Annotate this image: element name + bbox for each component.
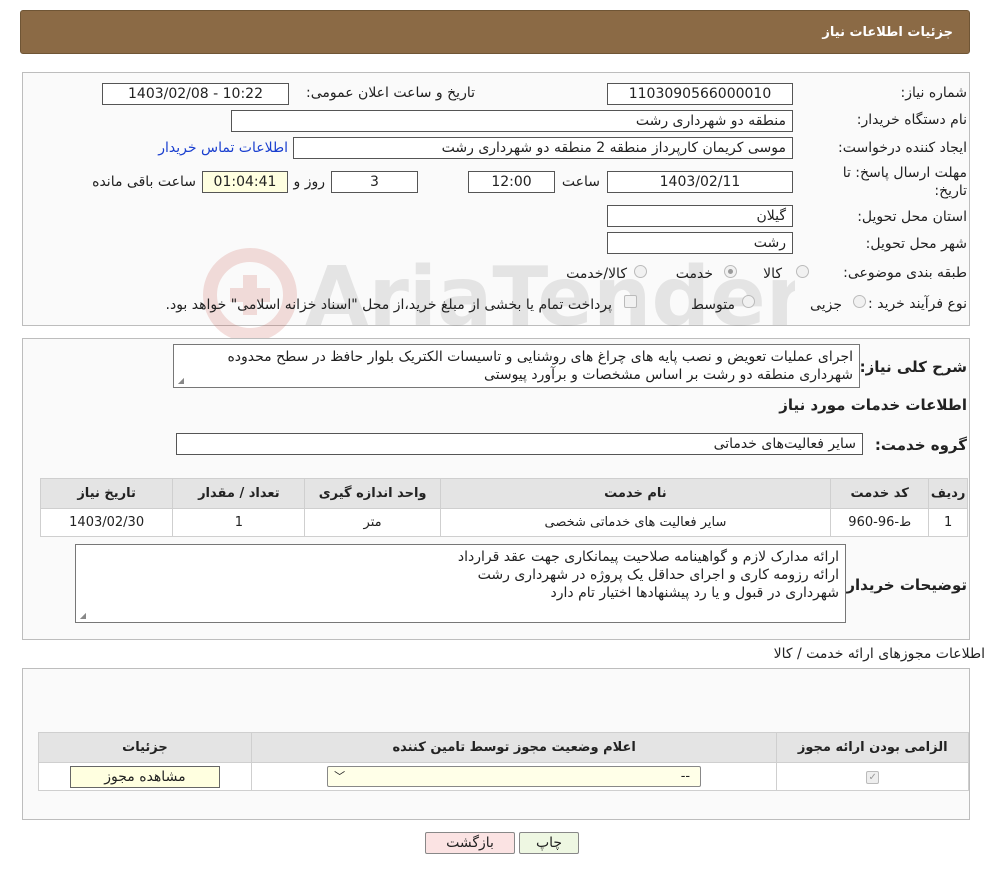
days-label: روز و [293, 174, 326, 190]
category-radio-goods[interactable] [796, 265, 809, 278]
city-field: رشت [607, 232, 793, 254]
services-table: ردیف کد خدمت نام خدمت واحد اندازه گیری ت… [39, 478, 968, 537]
purchase-type-label: نوع فرآیند خرید : [868, 296, 967, 312]
buyer-notes-textarea[interactable]: ارائه مدارک لازم و گواهینامه صلاحیت پیما… [75, 544, 846, 623]
service-group-label: گروه خدمت: [874, 436, 967, 454]
description-textarea[interactable]: اجرای عملیات تعویض و نصب پایه های چراغ ه… [173, 344, 860, 388]
announce-field: 1403/02/08 - 10:22 [102, 83, 289, 105]
resize-grip-icon[interactable]: ◢ [176, 377, 184, 385]
treasury-payment-checkbox[interactable] [624, 295, 637, 308]
permits-table-header: الزامی بودن ارائه مجوز اعلام وضعیت مجوز … [38, 732, 969, 763]
cell-service-name: سایر فعالیت های خدماتی شخصی [439, 508, 832, 537]
col-permit-status: اعلام وضعیت مجوز توسط تامین کننده [250, 732, 778, 763]
category-radio-goods-service[interactable] [634, 265, 647, 278]
deadline-label: مهلت ارسال پاسخ: تا تاریخ: [842, 165, 967, 199]
permits-section-title: اطلاعات مجوزهای ارائه خدمت / کالا [773, 646, 985, 662]
col-permit-required: الزامی بودن ارائه مجوز [776, 732, 969, 763]
days-field: 3 [331, 171, 418, 193]
need-number-label: شماره نیاز: [900, 85, 968, 101]
permit-required-checkbox: ✓ [866, 771, 880, 784]
table-row: ✓ -- ﹀ مشاهده مجوز [38, 762, 969, 791]
buyer-org-label: نام دستگاه خریدار: [856, 112, 967, 128]
buyer-contact-link[interactable]: اطلاعات تماس خریدار [158, 140, 288, 156]
cell-permit-details: مشاهده مجوز [38, 762, 252, 791]
resize-grip-icon[interactable]: ◢ [78, 612, 86, 620]
col-unit: واحد اندازه گیری [304, 478, 441, 509]
permit-status-value: -- [680, 769, 691, 784]
cell-row-number: 1 [928, 508, 968, 537]
buyer-org-field: منطقه دو شهرداری رشت [231, 110, 793, 132]
purchase-radio-minor[interactable] [853, 295, 866, 308]
col-quantity: تعداد / مقدار [172, 478, 306, 509]
view-permit-button[interactable]: مشاهده مجوز [69, 765, 220, 788]
print-button[interactable]: چاپ [519, 832, 579, 854]
permit-status-select[interactable]: -- ﹀ [327, 766, 702, 787]
province-field: گیلان [607, 205, 793, 227]
treasury-payment-note: پرداخت تمام یا بخشی از مبلغ خرید،از محل … [165, 297, 612, 313]
creator-label: ایجاد کننده درخواست: [838, 140, 967, 156]
page-title: جزئیات اطلاعات نیاز [822, 25, 953, 40]
category-option-goods-service: کالا/خدمت [566, 266, 627, 282]
col-need-date: تاریخ نیاز [39, 478, 174, 509]
page-header: جزئیات اطلاعات نیاز [20, 10, 970, 54]
table-row: 1 ط-96-960 سایر فعالیت های خدماتی شخصی م… [39, 508, 968, 537]
description-text: اجرای عملیات تعویض و نصب پایه های چراغ ه… [227, 349, 853, 383]
services-section-title: اطلاعات خدمات مورد نیاز [779, 396, 967, 414]
cell-unit: متر [304, 508, 441, 537]
buyer-note-line: ارائه مدارک لازم و گواهینامه صلاحیت پیما… [457, 549, 839, 565]
category-option-service: خدمت [675, 266, 713, 282]
deadline-time-field: 12:00 [468, 171, 555, 193]
purchase-radio-medium[interactable] [742, 295, 755, 308]
cell-service-code: ط-96-960 [830, 508, 930, 537]
category-label: طبقه بندی موضوعی: [843, 265, 967, 281]
col-permit-details: جزئیات [38, 732, 252, 763]
creator-field: موسی کریمان کارپرداز منطقه 2 منطقه دو شه… [293, 137, 793, 159]
description-label: شرح کلی نیاز: [859, 358, 967, 376]
cell-permit-status: -- ﹀ [250, 762, 778, 791]
col-service-code: کد خدمت [830, 478, 930, 509]
service-group-field: سایر فعالیت‌های خدماتی [176, 433, 863, 455]
cell-need-date: 1403/02/30 [39, 508, 174, 537]
cell-quantity: 1 [172, 508, 306, 537]
purchase-option-medium: متوسط [691, 297, 735, 313]
cell-permit-required: ✓ [776, 762, 969, 791]
deadline-date-field: 1403/02/11 [607, 171, 793, 193]
buyer-note-line: شهرداری در قبول و یا رد پیشنهادها اختیار… [550, 585, 839, 601]
remaining-time-label: ساعت باقی مانده [92, 174, 196, 190]
back-button[interactable]: بازگشت [425, 832, 515, 854]
need-number-field: 1103090566000010 [607, 83, 793, 105]
deadline-time-label: ساعت [561, 174, 600, 190]
permits-table: الزامی بودن ارائه مجوز اعلام وضعیت مجوز … [38, 732, 969, 791]
services-table-header: ردیف کد خدمت نام خدمت واحد اندازه گیری ت… [39, 478, 968, 509]
category-radio-service[interactable] [724, 265, 737, 278]
purchase-option-minor: جزیی [810, 297, 842, 313]
chevron-down-icon: ﹀ [334, 770, 346, 783]
province-label: استان محل تحویل: [857, 209, 967, 225]
remaining-time-field: 01:04:41 [202, 171, 288, 193]
buyer-note-line: ارائه رزومه کاری و اجرای حداقل یک پروژه … [477, 567, 839, 583]
col-row-number: ردیف [928, 478, 968, 509]
city-label: شهر محل تحویل: [865, 236, 967, 252]
buyer-notes-label: توضیحات خریدار: [840, 576, 967, 594]
category-option-goods: کالا [763, 266, 782, 282]
col-service-name: نام خدمت [439, 478, 832, 509]
announce-label: تاریخ و ساعت اعلان عمومی: [306, 85, 475, 101]
